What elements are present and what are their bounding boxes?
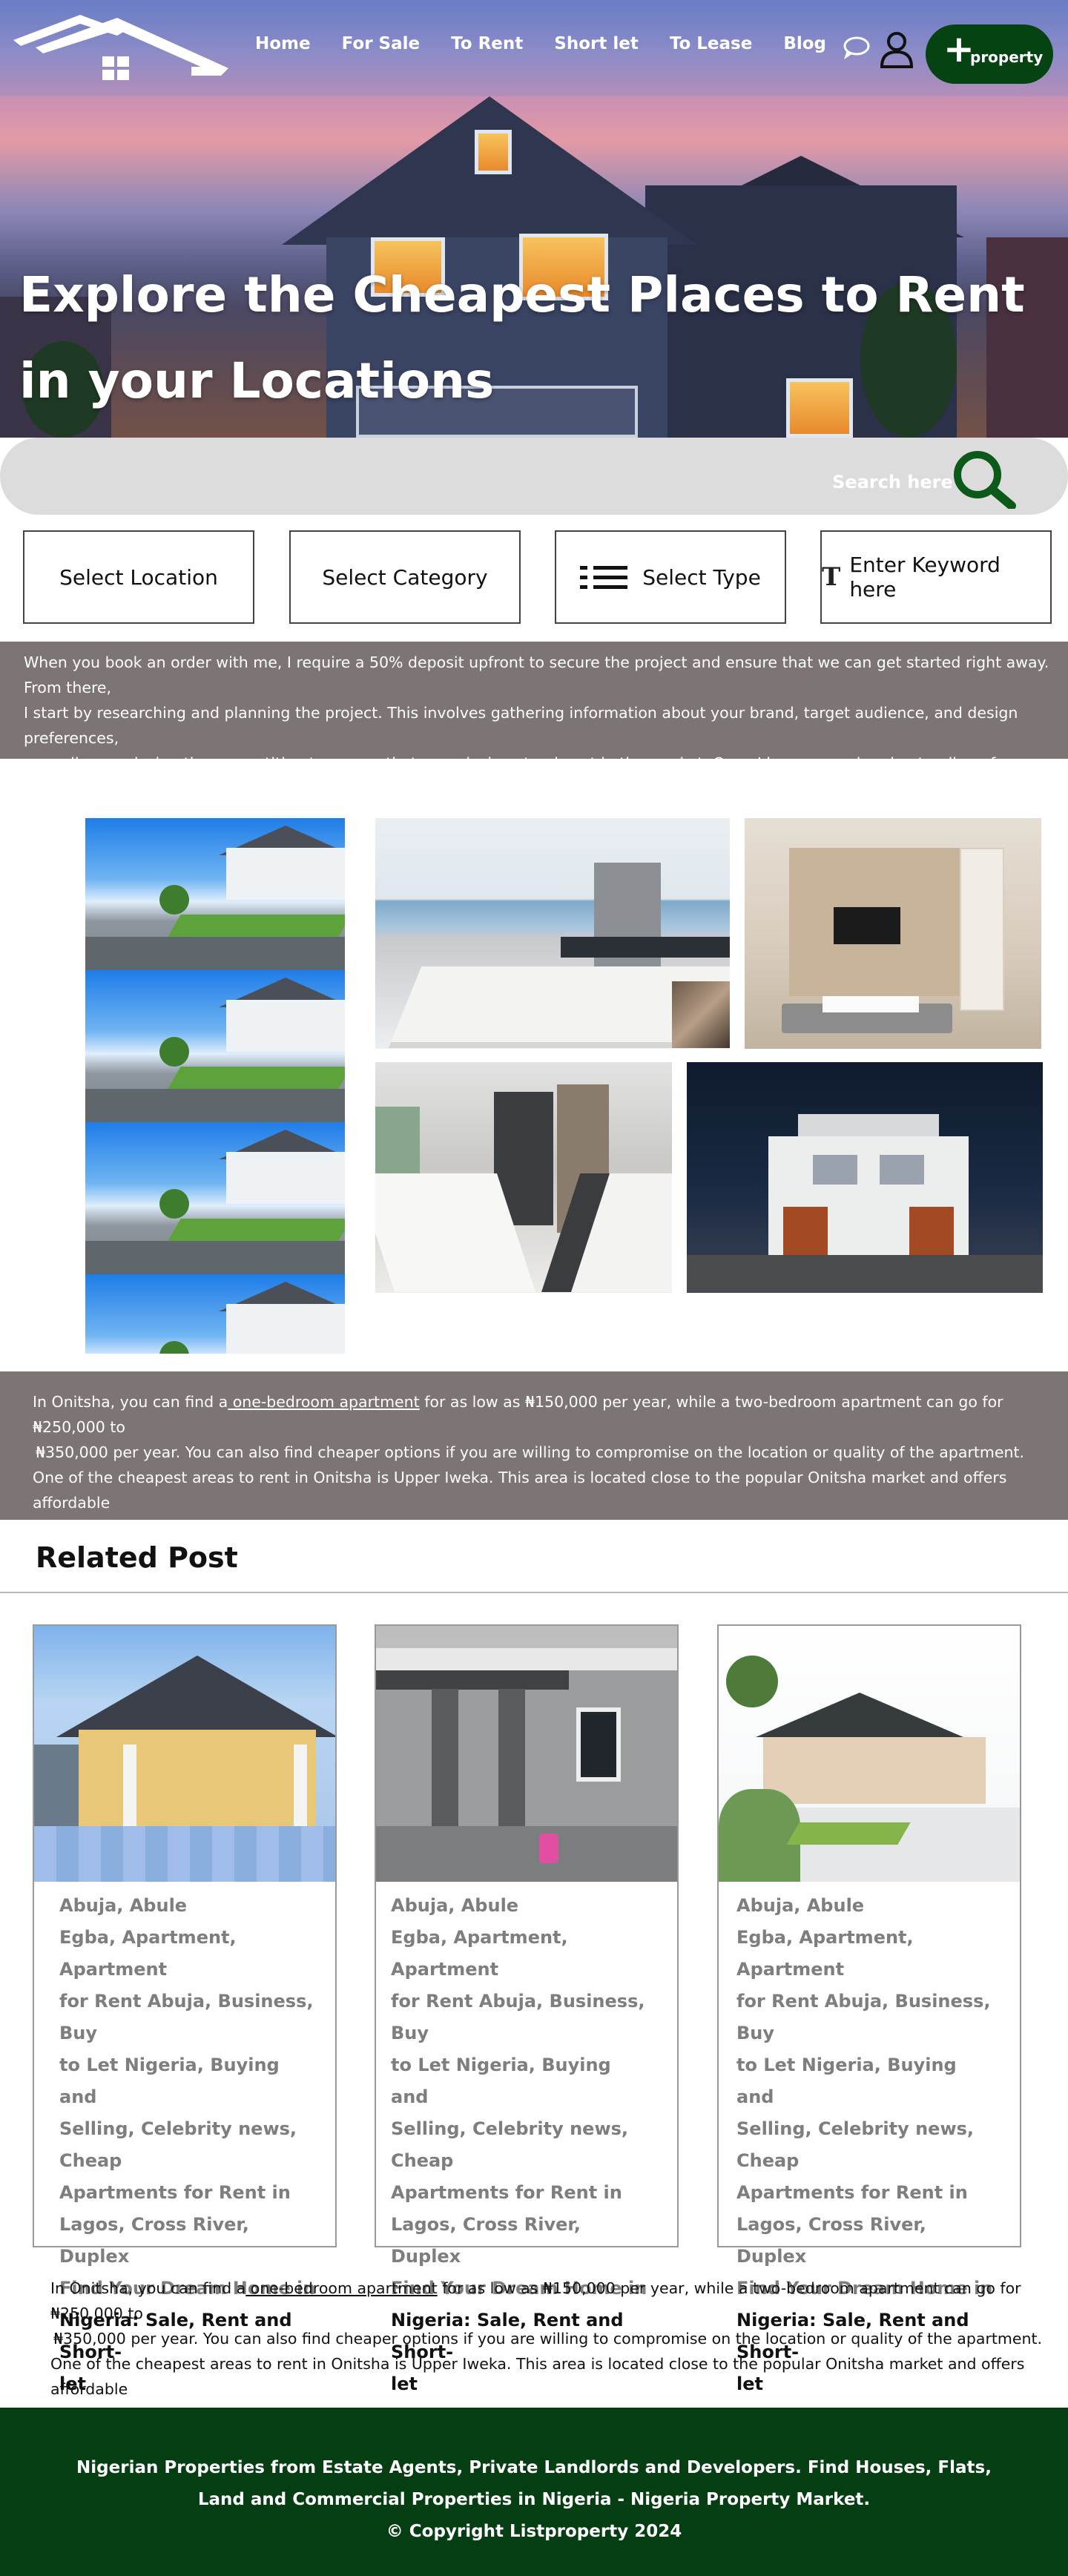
hero-section: Home For Sale To Rent Short let To Lease… <box>0 0 1068 438</box>
hero-title: Explore the Cheapest Places to Rent in y… <box>19 266 1025 409</box>
onitsha-line: In Onitsha, you can find a one-bedroom a… <box>50 2276 1059 2326</box>
gallery-kitchen-image[interactable] <box>375 1062 672 1293</box>
category-select[interactable]: Select Category <box>289 530 521 624</box>
search-placeholder: Search here <box>832 472 953 493</box>
gallery-night-house-image[interactable] <box>687 1062 1043 1293</box>
nav-link-blog[interactable]: Blog <box>783 34 826 53</box>
gallery-kitchen-image[interactable] <box>375 818 730 1049</box>
location-select-label: Select Location <box>59 564 218 590</box>
gallery-street-image[interactable] <box>85 970 345 1122</box>
search-icon[interactable] <box>949 448 1018 509</box>
related-post-card[interactable]: Abuja, Abule Egba, Apartment, Apartment … <box>33 1624 337 2426</box>
footer-copyright: © Copyright Listproperty 2024 <box>386 2522 682 2541</box>
type-select[interactable]: Select Type <box>555 530 786 624</box>
post-thumbnail[interactable] <box>376 1626 677 1882</box>
keyword-input[interactable]: T Enter Keyword here <box>820 530 1052 624</box>
nav-link-for-sale[interactable]: For Sale <box>342 34 421 53</box>
list-icon <box>580 566 628 589</box>
one-bedroom-apartment-link[interactable]: one-bedroom apartment <box>228 1393 420 1411</box>
onitsha-line: ₦350,000 per year. You can also find che… <box>53 2330 1043 2348</box>
nav-link-home[interactable]: Home <box>255 34 311 53</box>
onitsha-line: One of the cheapest areas to rent in Oni… <box>33 1469 1007 1512</box>
location-select[interactable]: Select Location <box>23 530 254 624</box>
onitsha-line: ₦350,000 per year. You can also find che… <box>36 1443 1025 1461</box>
onitsha-line: In Onitsha, you can find a one-bedroom a… <box>33 1389 1068 1440</box>
gallery-street-image[interactable] <box>85 1274 345 1354</box>
house-logo-icon[interactable] <box>6 10 228 85</box>
onitsha-text: In Onitsha, you can find a <box>50 2279 246 2297</box>
nav-link-to-rent[interactable]: To Rent <box>451 34 523 53</box>
onitsha-bottom-text: In Onitsha, you can find a one-bedroom a… <box>50 2276 1059 2427</box>
related-post-card[interactable]: Abuja, Abule Egba, Apartment, Apartment … <box>717 1624 1021 2426</box>
related-post-card[interactable]: Abuja, Abule Egba, Apartment, Apartment … <box>375 1624 679 2426</box>
gallery-street-image[interactable] <box>85 1122 345 1274</box>
post-thumbnail[interactable] <box>719 1626 1020 1882</box>
chat-bubble-icon[interactable] <box>841 33 871 62</box>
category-select-label: Select Category <box>322 564 488 590</box>
text-t-icon: T <box>822 562 841 592</box>
one-bedroom-apartment-link[interactable]: one-bedroom apartment <box>245 2279 438 2297</box>
onitsha-text: In Onitsha, you can find a <box>33 1393 228 1411</box>
add-property-button[interactable]: + property <box>926 24 1053 84</box>
user-icon[interactable] <box>878 30 915 70</box>
add-property-label: property <box>970 48 1044 66</box>
gallery-living-room-image[interactable] <box>745 818 1041 1049</box>
keyword-input-placeholder: Enter Keyword here <box>849 553 1001 602</box>
onitsha-line: One of the cheapest areas to rent in Oni… <box>50 2355 1025 2398</box>
post-categories[interactable]: Abuja, Abule Egba, Apartment, Apartment … <box>391 1890 650 2273</box>
hero-window <box>475 130 512 174</box>
onitsha-text-band: In Onitsha, you can find a one-bedroom a… <box>0 1371 1068 1537</box>
related-post-heading: Related Post <box>36 1541 238 1574</box>
main-navbar: Home For Sale To Rent Short let To Lease… <box>0 0 1068 96</box>
nav-link-to-lease[interactable]: To Lease <box>670 34 753 53</box>
gallery-street-column <box>85 818 345 1354</box>
section-divider <box>0 1592 1068 1593</box>
onitsha-line: housing options for low-income earners. … <box>36 1519 1035 1537</box>
post-categories[interactable]: Abuja, Abule Egba, Apartment, Apartment … <box>736 1890 996 2273</box>
post-thumbnail[interactable] <box>34 1626 335 1882</box>
intro-text-band: When you book an order with me, I requir… <box>0 642 1068 823</box>
intro-line: as well as analyzing the competition to … <box>27 754 1035 797</box>
gallery-street-image[interactable] <box>85 818 345 970</box>
post-categories[interactable]: Abuja, Abule Egba, Apartment, Apartment … <box>59 1890 319 2273</box>
footer-tagline: Nigerian Properties from Estate Agents, … <box>76 2458 992 2477</box>
nav-links: Home For Sale To Rent Short let To Lease… <box>255 34 857 53</box>
nav-link-short-let[interactable]: Short let <box>554 34 639 53</box>
footer-tagline: Land and Commercial Properties in Nigeri… <box>197 2490 871 2509</box>
type-select-label: Select Type <box>642 564 761 590</box>
intro-line: I start by researching and planning the … <box>24 704 1018 747</box>
filter-row: Select Location Select Category Select T… <box>0 530 1068 625</box>
intro-line: When you book an order with me, I requir… <box>24 653 1049 696</box>
site-footer: Nigerian Properties from Estate Agents, … <box>0 2408 1068 2576</box>
